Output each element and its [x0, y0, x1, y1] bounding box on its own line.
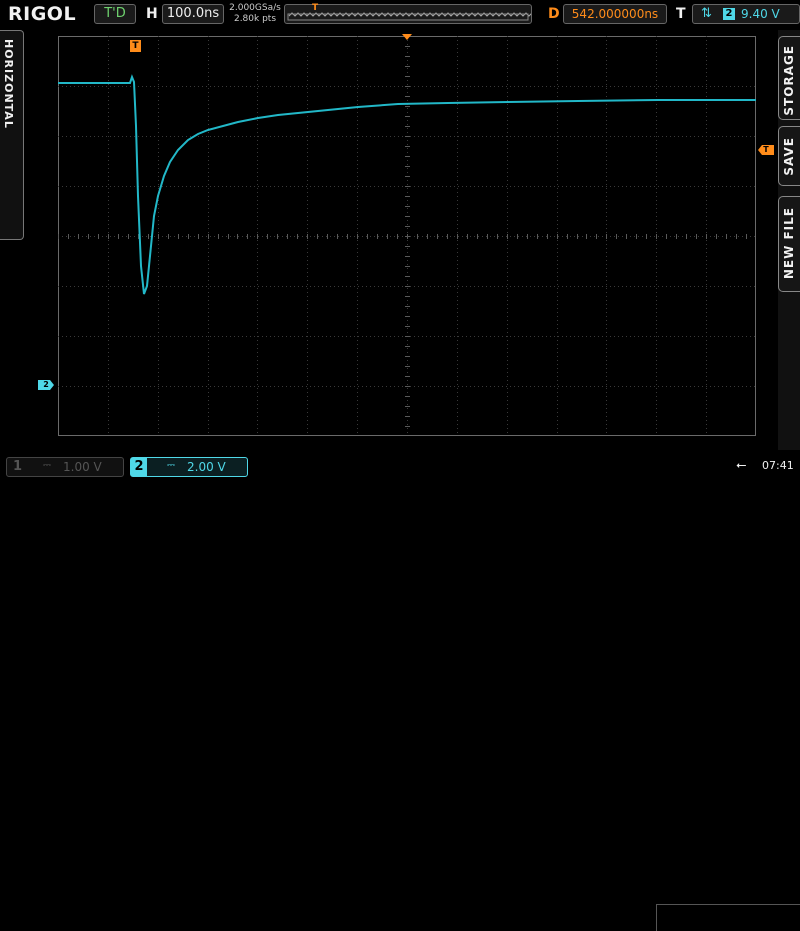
horizontal-menu-label: HORIZONTAL	[2, 39, 15, 129]
memory-trigger-marker: T	[312, 3, 319, 13]
softkey-menu: STORAGE SAVE NEW FILE	[778, 30, 800, 450]
delay-center-marker	[402, 34, 412, 40]
channel2-scale: 2.00 V	[187, 460, 226, 474]
trigger-settings[interactable]: ⇅ 2 9.40 V	[692, 4, 800, 24]
dc-coupling-icon: ⎓	[167, 460, 175, 471]
channel1-box[interactable]: 1 ⎓ 1.00 V	[6, 457, 124, 477]
sample-rate: 2.000GSa/s	[229, 3, 281, 13]
edge-both-icon: ⇅	[701, 6, 712, 21]
memory-waveform-preview	[287, 12, 536, 21]
usb-icon: ⭠	[736, 458, 747, 473]
new-file-menu-button[interactable]: NEW FILE	[778, 196, 800, 292]
storage-label: STORAGE	[782, 45, 796, 116]
new-file-label: NEW FILE	[782, 207, 796, 280]
graticule	[58, 36, 756, 436]
top-status-bar: RIGOL T'D H 100.0ns 2.000GSa/s 2.80k pts…	[0, 0, 800, 30]
storage-menu-button[interactable]: STORAGE	[778, 36, 800, 120]
trigger-source-badge: 2	[723, 8, 735, 20]
system-clock: 07:41	[762, 459, 794, 472]
trigger-label: T	[676, 6, 686, 22]
save-label: SAVE	[782, 137, 796, 176]
horizontal-menu-tab[interactable]: HORIZONTAL	[0, 30, 24, 240]
acquisition-info: 2.000GSa/s 2.80k pts	[229, 3, 281, 25]
trigger-level-marker[interactable]: T	[758, 145, 774, 155]
dc-coupling-icon: ⎓	[43, 460, 51, 471]
save-menu-button[interactable]: SAVE	[778, 126, 800, 186]
horizontal-label: H	[146, 6, 158, 22]
horizontal-delay-value[interactable]: 542.000000ns	[563, 4, 667, 24]
channel2-number: 2	[131, 458, 147, 476]
channel2-box[interactable]: 2 ⎓ 2.00 V	[130, 457, 248, 477]
memory-depth: 2.80k pts	[233, 14, 277, 24]
timebase-value[interactable]: 100.0ns	[162, 4, 224, 24]
delay-label: D	[548, 6, 560, 22]
waveform-display[interactable]	[58, 36, 756, 436]
channel2-trace	[58, 74, 756, 295]
brand-logo: RIGOL	[8, 3, 77, 25]
status-area-frame	[656, 904, 800, 931]
channel1-scale: 1.00 V	[63, 460, 102, 474]
channel1-number: 1	[13, 459, 23, 474]
channel2-ground-marker[interactable]: 2	[38, 380, 54, 390]
trigger-position-marker[interactable]: T	[130, 40, 141, 52]
trigger-level-value: 9.40 V	[741, 7, 780, 21]
run-state-indicator[interactable]: T'D	[94, 4, 136, 24]
memory-overview-bar[interactable]: T	[284, 3, 536, 24]
